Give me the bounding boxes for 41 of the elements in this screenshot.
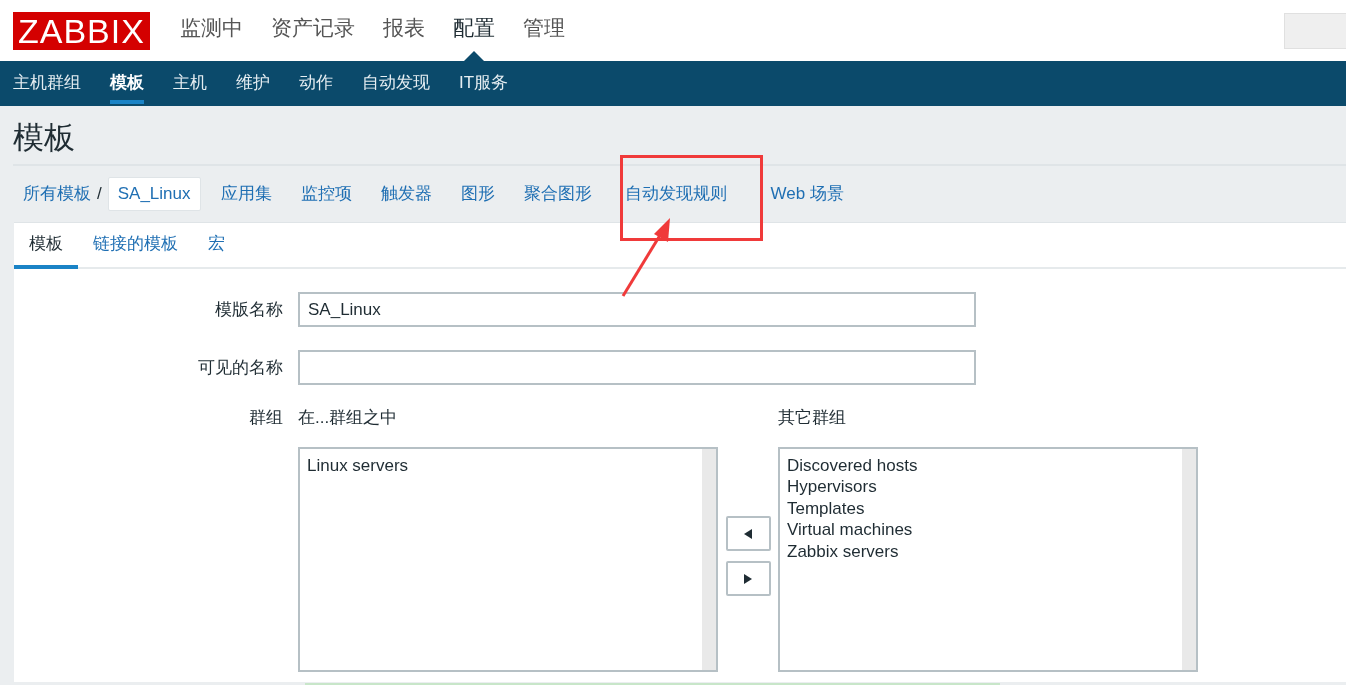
list-option[interactable]: Discovered hosts [787, 454, 1175, 476]
template-link[interactable]: 监控项 [300, 181, 352, 207]
field-label: 可见的名称 [198, 357, 283, 377]
template-link[interactable]: 图形 [460, 181, 495, 207]
template-link[interactable]: 自动发现规则 [624, 181, 727, 207]
subnav-item[interactable]: 动作 [299, 61, 333, 106]
subnav-item[interactable]: 主机群组 [13, 61, 81, 106]
page-title: 模板 [12, 119, 76, 157]
form-tab[interactable]: 模板 [14, 223, 78, 269]
breadcrumb-current[interactable]: SA_Linux [107, 177, 201, 211]
group-listbox[interactable]: Linux servers [298, 446, 718, 672]
breadcrumb-separator: / [97, 183, 102, 206]
logo[interactable]: ZABBIX [13, 11, 150, 50]
list-option[interactable]: Hypervisors [787, 476, 1175, 498]
subnav-item[interactable]: 自动发现 [362, 61, 430, 106]
menu-item[interactable]: 配置 [438, 0, 509, 61]
template-link[interactable]: 聚合图形 [523, 181, 592, 207]
list-option[interactable]: Zabbix servers [787, 540, 1175, 562]
column-title: 其它群组 [778, 408, 846, 427]
menu-item[interactable]: 报表 [368, 0, 439, 61]
subnav-item[interactable]: IT服务 [459, 61, 509, 106]
list-option[interactable]: Linux servers [307, 454, 695, 476]
form-tab[interactable]: 链接的模板 [78, 223, 193, 269]
list-option[interactable]: Virtual machines [787, 519, 1175, 541]
menu-item[interactable]: 资产记录 [256, 0, 369, 61]
subnav-item[interactable]: 主机 [173, 61, 207, 106]
template-link[interactable]: 应用集 [220, 181, 272, 207]
form-tab[interactable]: 宏 [193, 223, 240, 269]
group-listbox[interactable]: Discovered hosts Hypervisors Templates Virtual machines Zabbix servers [778, 446, 1198, 672]
subnav-item[interactable]: 维护 [236, 61, 270, 106]
breadcrumb-link[interactable]: 所有模板 [23, 181, 91, 207]
text-field[interactable]: SA_Linux [298, 292, 976, 327]
template-link[interactable]: Web 场景 [770, 181, 844, 207]
template-link[interactable]: 触发器 [380, 181, 432, 207]
field-label: 群组 [249, 408, 283, 427]
menu-item[interactable]: 监测中 [165, 0, 257, 61]
subnav-item[interactable]: 模板 [110, 61, 144, 104]
column-title: 在...群组之中 [298, 408, 398, 427]
list-option[interactable]: Templates [787, 497, 1175, 519]
menu-item[interactable]: 管理 [508, 0, 579, 61]
field-label: 模版名称 [215, 299, 283, 319]
